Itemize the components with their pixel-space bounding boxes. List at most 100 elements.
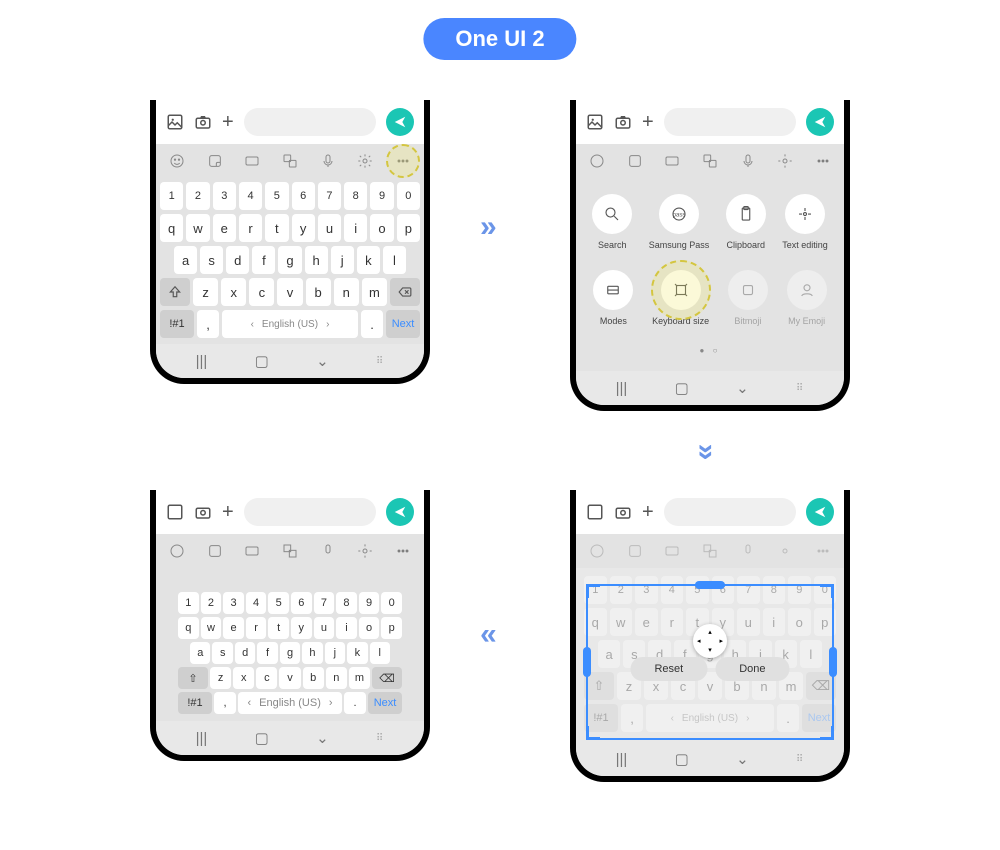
- key-7[interactable]: 7: [314, 592, 335, 614]
- key-o[interactable]: o: [788, 608, 811, 636]
- gallery-icon[interactable]: [166, 503, 184, 521]
- key-v[interactable]: v: [277, 278, 302, 306]
- option-text-editing[interactable]: Text editing: [782, 194, 828, 250]
- gallery-icon[interactable]: [586, 503, 604, 521]
- space-key[interactable]: ‹English (US)›: [238, 692, 342, 714]
- key-w[interactable]: w: [610, 608, 633, 636]
- key-l[interactable]: l: [800, 640, 822, 668]
- key-a[interactable]: a: [598, 640, 620, 668]
- key-9[interactable]: 9: [788, 576, 811, 604]
- key-9[interactable]: 9: [359, 592, 380, 614]
- key-e[interactable]: e: [223, 617, 244, 639]
- text-input[interactable]: [664, 498, 796, 526]
- key-o[interactable]: o: [370, 214, 393, 242]
- home-button[interactable]: ▢: [675, 379, 689, 397]
- send-button[interactable]: [806, 498, 834, 526]
- sticker-icon[interactable]: [204, 150, 226, 172]
- settings-icon[interactable]: [354, 150, 376, 172]
- gif-icon[interactable]: [661, 150, 683, 172]
- option-clipboard[interactable]: Clipboard: [726, 194, 766, 250]
- key-c[interactable]: c: [249, 278, 274, 306]
- space-key[interactable]: ‹English (US)›: [222, 310, 358, 338]
- shift-key[interactable]: ⇧: [178, 667, 208, 689]
- key-q[interactable]: q: [178, 617, 199, 639]
- recents-button[interactable]: |||: [616, 380, 628, 397]
- key-3[interactable]: 3: [635, 576, 658, 604]
- key-w[interactable]: w: [186, 214, 209, 242]
- key-2[interactable]: 2: [201, 592, 222, 614]
- comma-key[interactable]: ,: [214, 692, 236, 714]
- key-7[interactable]: 7: [737, 576, 760, 604]
- key-l[interactable]: l: [383, 246, 406, 274]
- key-h[interactable]: h: [302, 642, 322, 664]
- key-8[interactable]: 8: [344, 182, 367, 210]
- back-button[interactable]: ⌄: [316, 352, 329, 370]
- more-options-icon[interactable]: [812, 150, 834, 172]
- key-3[interactable]: 3: [223, 592, 244, 614]
- recents-button[interactable]: |||: [196, 353, 208, 370]
- key-u[interactable]: u: [318, 214, 341, 242]
- back-button[interactable]: ⌄: [736, 379, 749, 397]
- gallery-icon[interactable]: [166, 113, 184, 131]
- key-2[interactable]: 2: [186, 182, 209, 210]
- camera-icon[interactable]: [194, 113, 212, 131]
- key-y[interactable]: y: [291, 617, 312, 639]
- key-n[interactable]: n: [326, 667, 347, 689]
- reset-button[interactable]: Reset: [630, 657, 707, 681]
- option-modes[interactable]: Modes: [593, 270, 633, 326]
- key-6[interactable]: 6: [292, 182, 315, 210]
- comma-key[interactable]: ,: [197, 310, 219, 338]
- camera-icon[interactable]: [614, 113, 632, 131]
- sticker-icon[interactable]: [624, 150, 646, 172]
- key-a[interactable]: a: [190, 642, 210, 664]
- send-button[interactable]: [386, 498, 414, 526]
- symbols-key[interactable]: !#1: [178, 692, 212, 714]
- mic-icon[interactable]: [737, 150, 759, 172]
- key-o[interactable]: o: [359, 617, 380, 639]
- key-q[interactable]: q: [584, 608, 607, 636]
- key-e[interactable]: e: [635, 608, 658, 636]
- back-button[interactable]: ⌄: [316, 729, 329, 747]
- camera-icon[interactable]: [614, 503, 632, 521]
- key-b[interactable]: b: [306, 278, 331, 306]
- key-k[interactable]: k: [347, 642, 367, 664]
- key-3[interactable]: 3: [213, 182, 236, 210]
- key-x[interactable]: x: [233, 667, 254, 689]
- key-r[interactable]: r: [239, 214, 262, 242]
- key-c[interactable]: c: [256, 667, 277, 689]
- key-p[interactable]: p: [397, 214, 420, 242]
- key-0[interactable]: 0: [381, 592, 402, 614]
- key-b[interactable]: b: [303, 667, 324, 689]
- recents-button[interactable]: |||: [196, 730, 208, 747]
- backspace-key[interactable]: [390, 278, 420, 306]
- key-1[interactable]: 1: [178, 592, 199, 614]
- send-button[interactable]: [806, 108, 834, 136]
- key-d[interactable]: d: [235, 642, 255, 664]
- key-j[interactable]: j: [325, 642, 345, 664]
- key-8[interactable]: 8: [336, 592, 357, 614]
- key-z[interactable]: z: [193, 278, 218, 306]
- key-v[interactable]: v: [279, 667, 300, 689]
- next-key[interactable]: Next: [368, 692, 402, 714]
- home-button[interactable]: ▢: [675, 750, 689, 768]
- key-g[interactable]: g: [278, 246, 301, 274]
- recents-button[interactable]: |||: [616, 751, 628, 768]
- key-u[interactable]: u: [314, 617, 335, 639]
- key-r[interactable]: r: [661, 608, 684, 636]
- emoji-icon[interactable]: [166, 150, 188, 172]
- camera-icon[interactable]: [194, 503, 212, 521]
- key-n[interactable]: n: [334, 278, 359, 306]
- key-4[interactable]: 4: [239, 182, 262, 210]
- key-f[interactable]: f: [252, 246, 275, 274]
- key-y[interactable]: y: [292, 214, 315, 242]
- option-samsung-pass[interactable]: passSamsung Pass: [649, 194, 710, 250]
- key-9[interactable]: 9: [370, 182, 393, 210]
- back-button[interactable]: ⌄: [736, 750, 749, 768]
- add-icon[interactable]: +: [222, 111, 234, 134]
- key-h[interactable]: h: [305, 246, 328, 274]
- next-key[interactable]: Next: [386, 310, 420, 338]
- key-5[interactable]: 5: [686, 576, 709, 604]
- key-t[interactable]: t: [265, 214, 288, 242]
- key-t[interactable]: t: [268, 617, 289, 639]
- emoji-icon[interactable]: [166, 540, 188, 562]
